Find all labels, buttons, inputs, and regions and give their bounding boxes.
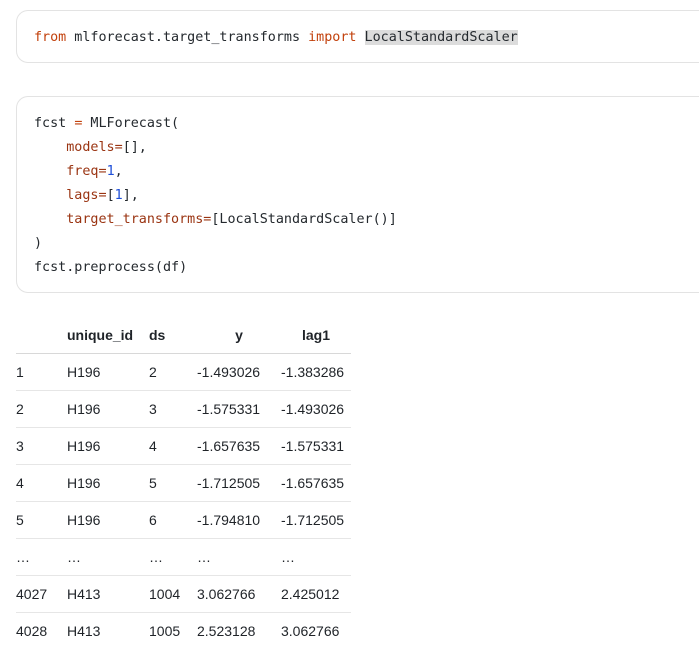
table-row: 4 H196 5 -1.712505 -1.657635 bbox=[16, 465, 351, 502]
space bbox=[356, 30, 364, 45]
cell-y: 3.062766 bbox=[197, 576, 281, 613]
header-y: y bbox=[197, 317, 281, 354]
cell-y: -1.712505 bbox=[197, 465, 281, 502]
table-header-row: unique_id ds y lag1 bbox=[16, 317, 351, 354]
cell-y: 2.523128 bbox=[197, 613, 281, 649]
bracket-close: ], bbox=[123, 188, 139, 203]
var-fcst: fcst bbox=[34, 116, 74, 131]
cell-unique-id: … bbox=[67, 539, 149, 576]
cell-lag1: 2.425012 bbox=[281, 576, 351, 613]
cell-index: 5 bbox=[16, 502, 67, 539]
cell-ds: 4 bbox=[149, 428, 197, 465]
cell-y: -1.493026 bbox=[197, 354, 281, 391]
cell-ds: 1005 bbox=[149, 613, 197, 649]
table-row: 3 H196 4 -1.657635 -1.575331 bbox=[16, 428, 351, 465]
cell-lag1: -1.657635 bbox=[281, 465, 351, 502]
cell-lag1: -1.575331 bbox=[281, 428, 351, 465]
header-ds: ds bbox=[149, 317, 197, 354]
table-row: 1 H196 2 -1.493026 -1.383286 bbox=[16, 354, 351, 391]
value-target-transforms: [LocalStandardScaler()] bbox=[211, 212, 396, 227]
table-row: 2 H196 3 -1.575331 -1.493026 bbox=[16, 391, 351, 428]
cell-unique-id: H196 bbox=[67, 502, 149, 539]
cell-index: 4027 bbox=[16, 576, 67, 613]
cell-index: 4 bbox=[16, 465, 67, 502]
cell-ds: 6 bbox=[149, 502, 197, 539]
keyword-import: import bbox=[308, 30, 356, 45]
code-line-6: ) bbox=[34, 232, 699, 256]
param-freq: freq= bbox=[66, 164, 106, 179]
cell-index: 1 bbox=[16, 354, 67, 391]
header-lag1: lag1 bbox=[281, 317, 351, 354]
import-code-cell[interactable]: from mlforecast.target_transforms import… bbox=[16, 10, 699, 63]
value-freq: 1 bbox=[107, 164, 115, 179]
cell-unique-id: H196 bbox=[67, 428, 149, 465]
code-line-3: freq=1, bbox=[34, 160, 699, 184]
code-line-5: target_transforms=[LocalStandardScaler()… bbox=[34, 208, 699, 232]
selected-class-name[interactable]: LocalStandardScaler bbox=[365, 30, 518, 45]
cell-ds: … bbox=[149, 539, 197, 576]
module-path: mlforecast.target_transforms bbox=[66, 30, 308, 45]
cell-lag1: -1.712505 bbox=[281, 502, 351, 539]
cell-unique-id: H413 bbox=[67, 613, 149, 649]
bracket-open: [ bbox=[107, 188, 115, 203]
cell-ds: 2 bbox=[149, 354, 197, 391]
cell-lag1: -1.493026 bbox=[281, 391, 351, 428]
cell-y: … bbox=[197, 539, 281, 576]
code-line-2: models=[], bbox=[34, 136, 699, 160]
header-index bbox=[16, 317, 67, 354]
param-lags: lags= bbox=[66, 188, 106, 203]
cell-ds: 3 bbox=[149, 391, 197, 428]
cell-unique-id: H196 bbox=[67, 354, 149, 391]
cell-y: -1.657635 bbox=[197, 428, 281, 465]
cell-ds: 1004 bbox=[149, 576, 197, 613]
cell-ds: 5 bbox=[149, 465, 197, 502]
import-line: from mlforecast.target_transforms import… bbox=[34, 26, 699, 50]
table-row: 4027 H413 1004 3.062766 2.425012 bbox=[16, 576, 351, 613]
param-target-transforms: target_transforms= bbox=[66, 212, 211, 227]
cell-lag1: -1.383286 bbox=[281, 354, 351, 391]
table-row-ellipsis: … … … … … bbox=[16, 539, 351, 576]
keyword-from: from bbox=[34, 30, 66, 45]
code-line-7: fcst.preprocess(df) bbox=[34, 256, 699, 280]
table-row: 5 H196 6 -1.794810 -1.712505 bbox=[16, 502, 351, 539]
cell-unique-id: H196 bbox=[67, 465, 149, 502]
cell-index: 2 bbox=[16, 391, 67, 428]
cell-index: … bbox=[16, 539, 67, 576]
cell-lag1: 3.062766 bbox=[281, 613, 351, 649]
cell-lag1: … bbox=[281, 539, 351, 576]
value-models: [], bbox=[123, 140, 147, 155]
value-lags: 1 bbox=[115, 188, 123, 203]
header-unique-id: unique_id bbox=[67, 317, 149, 354]
cell-unique-id: H413 bbox=[67, 576, 149, 613]
param-models: models= bbox=[66, 140, 122, 155]
forecast-code-cell[interactable]: fcst = MLForecast( models=[], freq=1, la… bbox=[16, 96, 699, 293]
cell-index: 4028 bbox=[16, 613, 67, 649]
code-line-1: fcst = MLForecast( bbox=[34, 112, 699, 136]
cell-index: 3 bbox=[16, 428, 67, 465]
table-row: 4028 H413 1005 2.523128 3.062766 bbox=[16, 613, 351, 649]
cell-unique-id: H196 bbox=[67, 391, 149, 428]
code-line-4: lags=[1], bbox=[34, 184, 699, 208]
comma: , bbox=[115, 164, 123, 179]
mlforecast-call: MLForecast( bbox=[82, 116, 179, 131]
cell-y: -1.794810 bbox=[197, 502, 281, 539]
cell-y: -1.575331 bbox=[197, 391, 281, 428]
dataframe-output: unique_id ds y lag1 1 H196 2 -1.493026 -… bbox=[16, 317, 351, 649]
